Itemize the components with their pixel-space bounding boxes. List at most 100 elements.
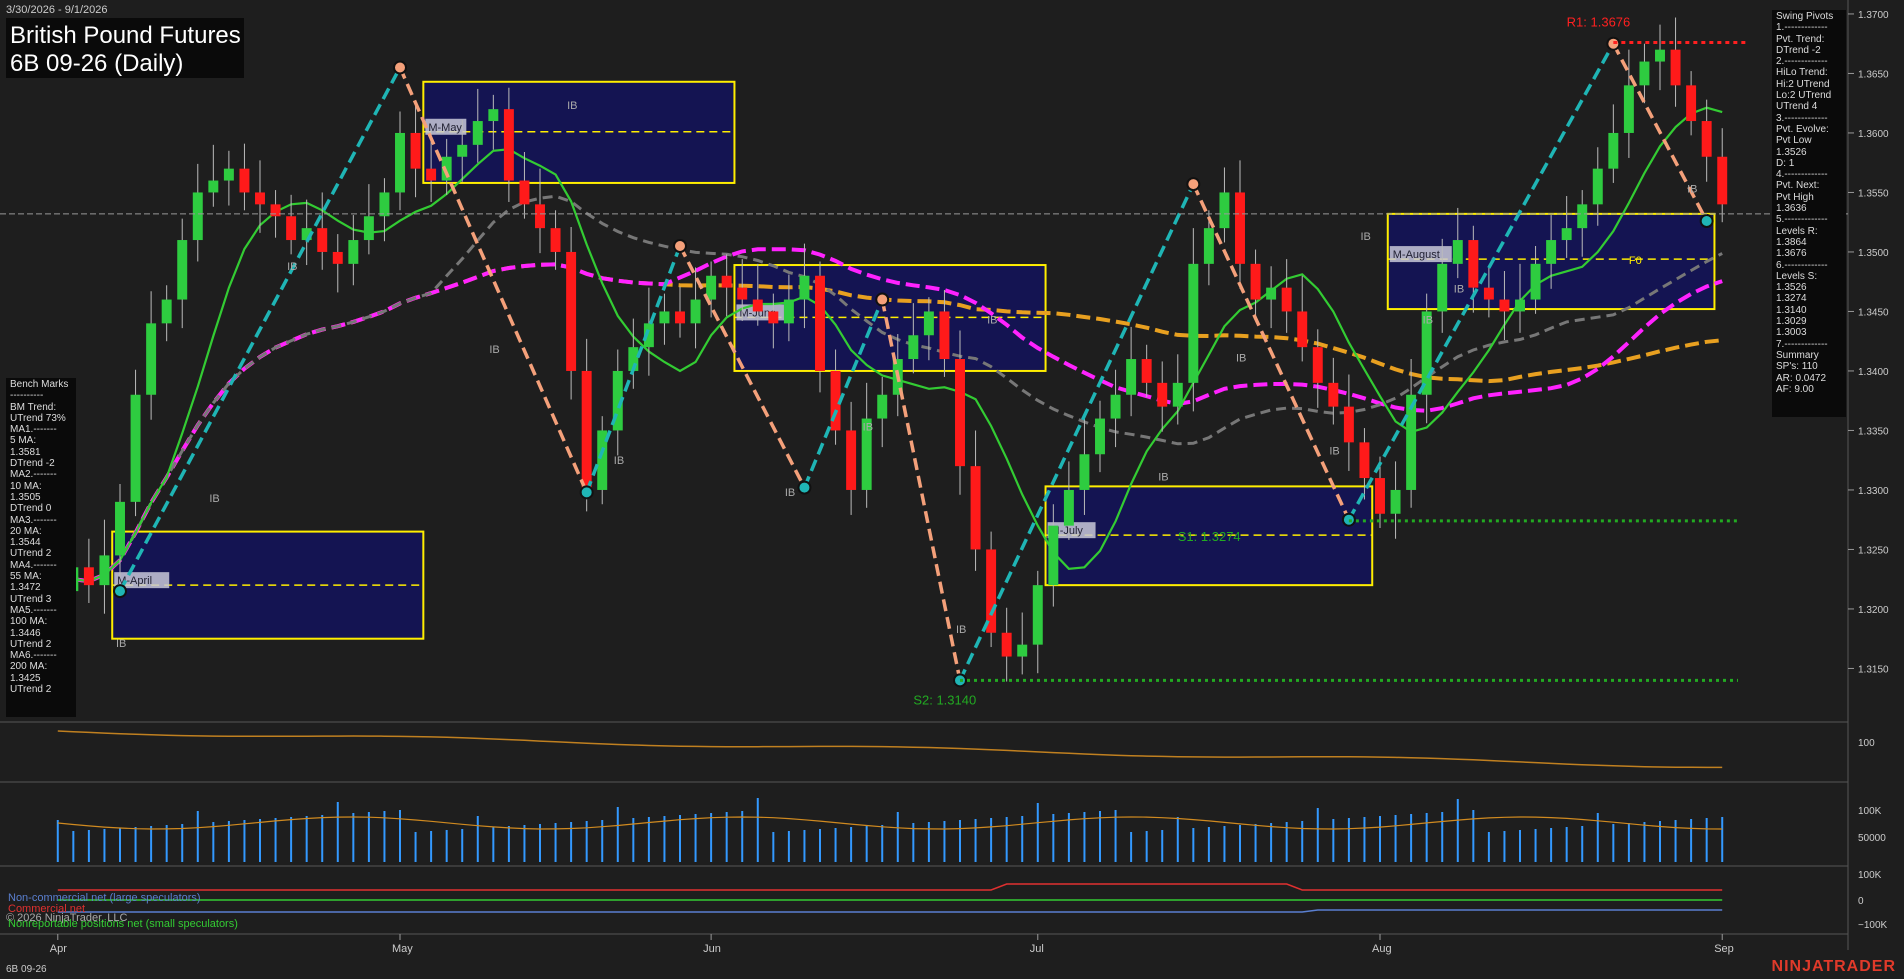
bench-panel-line: UTrend 2: [10, 684, 52, 696]
ib-label: IB: [116, 638, 126, 650]
candle-body: [535, 204, 545, 229]
bench-panel-line: 1.3581: [10, 446, 41, 458]
candle-body: [208, 180, 219, 193]
bench-panel-line: MA5.-------: [10, 604, 57, 616]
candle-body: [1032, 585, 1043, 645]
bench-panel-line: 1.3425: [10, 672, 41, 684]
r1-label: R1: 1.3676: [1567, 15, 1631, 30]
swing-panel-line: 1.3274: [1776, 293, 1807, 305]
instrument-footer: 6B 09-26: [6, 964, 47, 975]
candle-body: [332, 251, 343, 264]
candle-body: [270, 204, 281, 217]
candle-body: [426, 168, 437, 181]
candle-body: [1297, 311, 1308, 348]
candle-body: [1437, 263, 1448, 312]
candle-body: [1375, 478, 1385, 514]
candle-body: [286, 216, 297, 241]
s1-label: S1: 1.3274: [1178, 529, 1241, 544]
candle-body: [1359, 442, 1370, 479]
ib-label: IB: [1236, 352, 1246, 364]
bench-panel-line: UTrend 73%: [10, 412, 66, 424]
ib-label: IB: [785, 487, 795, 499]
swing-panel-line: 1.3140: [1776, 304, 1807, 316]
candle-body: [1157, 382, 1168, 407]
candle-body: [1623, 85, 1634, 133]
price-tick-label: 1.3700: [1858, 10, 1889, 21]
x-tick-label: Jun: [703, 943, 721, 955]
swing-point: [1699, 214, 1714, 229]
swing-panel-line: SP's: 110: [1776, 361, 1818, 373]
ib-label: IB: [567, 100, 577, 112]
candle-body: [1515, 299, 1525, 312]
candle-body: [472, 121, 483, 145]
monthly-box-label: M-August: [1393, 249, 1440, 261]
candle-body: [1343, 406, 1354, 443]
candle-body: [1561, 228, 1572, 241]
monthly-box-label: M-May: [428, 122, 462, 134]
candle-body: [223, 168, 234, 181]
swing-point: [113, 584, 127, 599]
candle-body: [1250, 263, 1261, 300]
price-tick-label: 1.3300: [1858, 486, 1889, 497]
swing-panel-line: Pvt High: [1776, 191, 1814, 203]
swing-panel-line: Levels R:: [1776, 225, 1818, 237]
candle-body: [115, 501, 125, 556]
ib-label: IB: [287, 261, 297, 273]
candle-body: [1188, 263, 1199, 383]
bench-panel-line: UTrend 2: [10, 548, 52, 560]
swing-panel-line: 6.-------------: [1776, 259, 1828, 271]
candle-body: [177, 240, 188, 300]
swing-panel-line: 1.3864: [1776, 236, 1807, 248]
bench-panel-line: 1.3544: [10, 537, 41, 549]
candle-body: [239, 168, 250, 193]
x-tick-label: Apr: [50, 943, 67, 955]
price-tick-label: 1.3250: [1858, 545, 1889, 556]
ib-label: IB: [1360, 231, 1370, 243]
ib-label: IB: [1454, 283, 1464, 295]
swing-panel-line: 1.3003: [1776, 327, 1807, 339]
candle-body: [1312, 347, 1323, 383]
candle-body: [1546, 240, 1557, 264]
candle-body: [550, 228, 561, 252]
ninjatrader-logo: NINJATRADER: [1771, 958, 1896, 975]
candle-body: [161, 299, 172, 324]
swing-panel-line: 1.3526: [1776, 146, 1807, 158]
candle-body: [799, 275, 810, 300]
cot-tick-label: −100K: [1858, 920, 1888, 931]
candle-body: [503, 109, 514, 181]
swing-point: [393, 60, 407, 75]
volume-tick-label: 100K: [1858, 806, 1882, 817]
candle-body: [1219, 192, 1230, 229]
swing-panel-line: UTrend 4: [1776, 101, 1818, 113]
price-tick-label: 1.3350: [1858, 426, 1889, 437]
candle-body: [99, 555, 110, 586]
candle-body: [877, 394, 888, 419]
swing-panel-line: 2.-------------: [1776, 56, 1828, 68]
bench-panel-line: MA4.-------: [10, 559, 57, 571]
price-tick-label: 1.3400: [1858, 367, 1889, 378]
candle-body: [1670, 49, 1681, 86]
candle-body: [566, 251, 577, 371]
candle-body: [581, 370, 592, 490]
bench-panel-line: 200 MA:: [10, 661, 48, 673]
candle-body: [1655, 49, 1665, 62]
candle-body: [1499, 299, 1510, 312]
candle-body: [146, 323, 157, 395]
ib-label: IB: [1687, 183, 1697, 195]
price-chart[interactable]: M-AprilM-MayM-JuneM-JulyM-August R1: 1.3…: [0, 0, 1904, 979]
x-tick-label: Aug: [1372, 943, 1392, 955]
candle-body: [815, 275, 825, 371]
price-tick-label: 1.3600: [1858, 129, 1889, 140]
candle-body: [410, 132, 421, 169]
candle-body: [395, 132, 405, 193]
candle-body: [737, 287, 748, 300]
bench-marks-panel: Bench Marks ---------- BM Trend: UTrend 73%…: [6, 378, 76, 717]
swing-panel-line: 4.-------------: [1776, 169, 1828, 181]
candle-body: [846, 430, 857, 490]
candle-body: [1235, 192, 1245, 264]
bench-panel-line: DTrend 0: [10, 503, 52, 515]
bench-panel-line: 1.3505: [10, 491, 41, 503]
swing-panel-line: 3.-------------: [1776, 112, 1828, 124]
candle-body: [955, 359, 965, 467]
candle-body: [1577, 204, 1588, 229]
